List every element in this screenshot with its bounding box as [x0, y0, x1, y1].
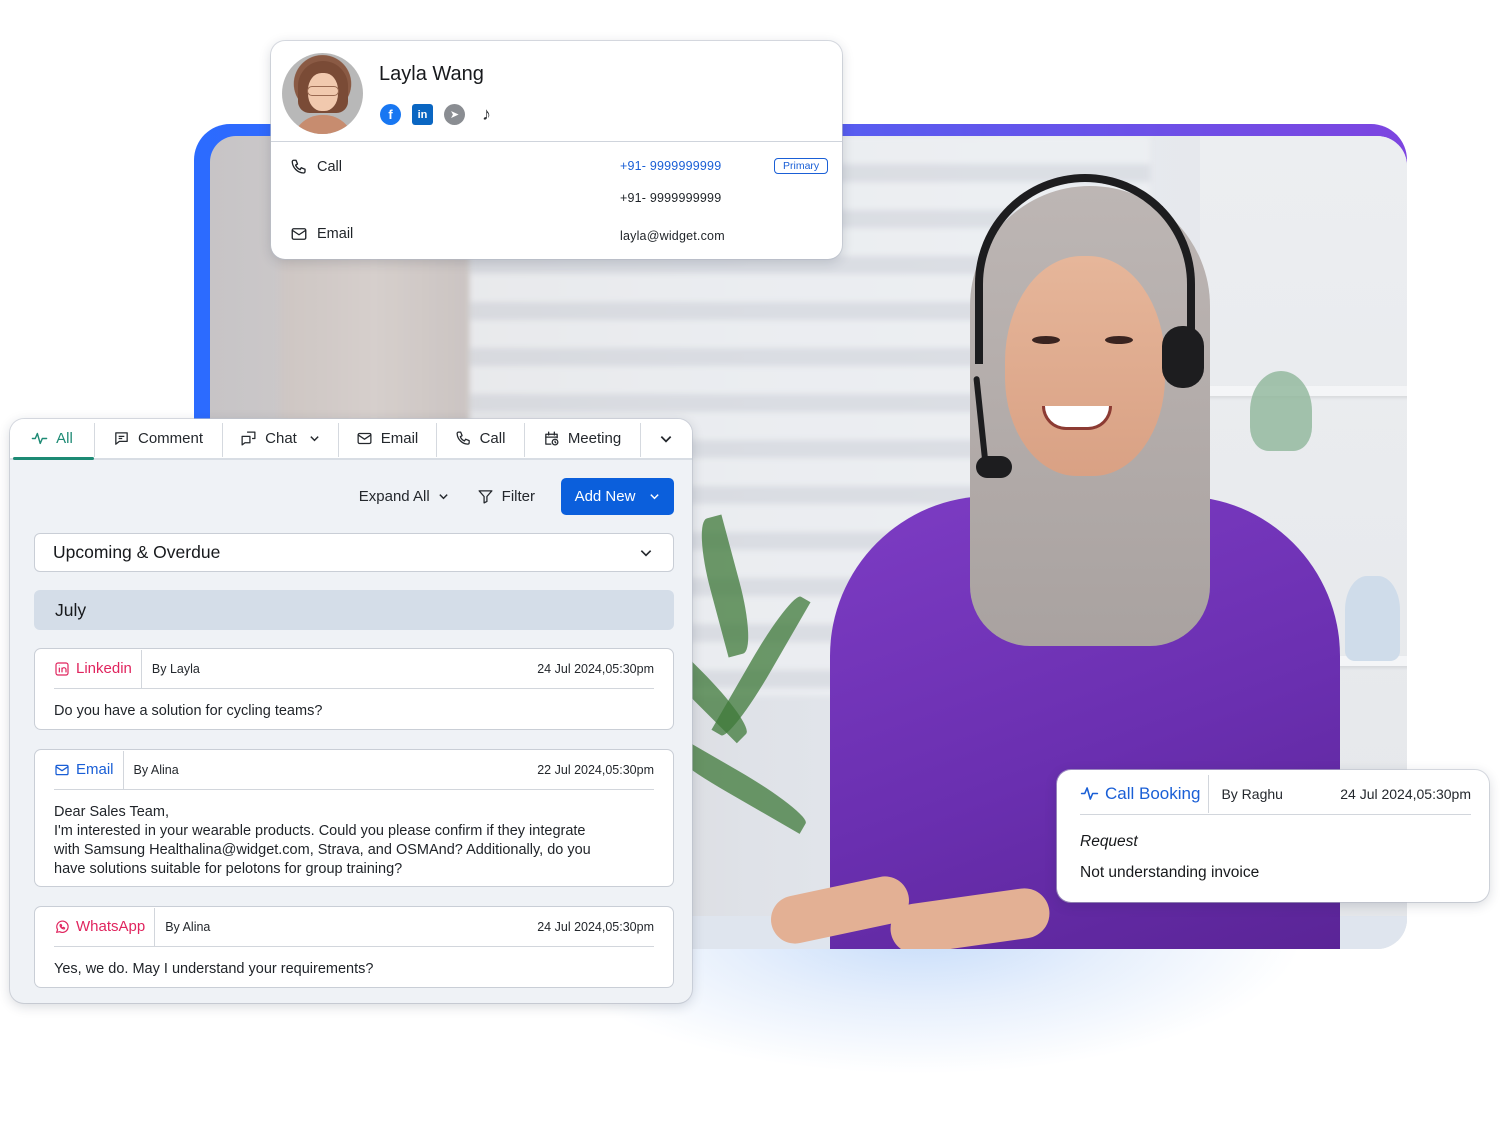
entry-header: WhatsApp By Alina 24 Jul 2024,05:30pm [54, 907, 654, 947]
entry-source-label: Email [76, 761, 114, 778]
activity-icon [1080, 787, 1099, 800]
tab-label: All [56, 430, 73, 447]
filter-button[interactable]: Filter [477, 488, 535, 505]
entry-author: By Alina [165, 919, 211, 934]
chevron-down-icon [650, 494, 660, 500]
whatsapp-icon [56, 919, 69, 933]
avatar [282, 53, 363, 134]
chevron-down-icon [640, 549, 652, 556]
headset-earcup [1162, 326, 1204, 388]
calendar-clock-icon [545, 431, 559, 446]
linkedin-icon[interactable]: in [412, 104, 433, 125]
entry-source: WhatsApp [54, 907, 156, 946]
activity-entry[interactable]: WhatsApp By Alina 24 Jul 2024,05:30pm Ye… [34, 906, 674, 988]
entry-body-line: I'm interested in your wearable products… [54, 823, 586, 839]
tab-all[interactable]: All [10, 419, 94, 460]
entry-author: By Alina [133, 762, 179, 777]
entry-body: Yes, we do. May I understand your requir… [54, 961, 374, 977]
entry-body-line: have solutions suitable for pelotons for… [54, 861, 403, 877]
background-glow [600, 930, 1400, 1130]
tab-chat[interactable]: Chat [222, 419, 338, 458]
call-label: Call [317, 159, 342, 175]
contact-name: Layla Wang [379, 63, 484, 85]
select-value: Upcoming & Overdue [53, 542, 221, 562]
entry-author: By Layla [151, 661, 200, 676]
expand-all-button[interactable]: Expand All [359, 488, 449, 505]
comment-icon [115, 432, 128, 445]
entry-body: Do you have a solution for cycling teams… [54, 703, 323, 719]
facebook-icon[interactable]: f [380, 104, 401, 125]
tabs-more-button[interactable] [640, 419, 692, 458]
headset-mic [976, 456, 1012, 478]
tab-call[interactable]: Call [436, 419, 524, 458]
booking-source: Call Booking [1080, 774, 1210, 813]
contact-card: Layla Wang f in ➤ ♪ Call +91- 9999999999… [271, 41, 842, 259]
entry-source-label: Linkedin [76, 660, 132, 677]
tab-label: Call [479, 430, 506, 447]
primary-badge: Primary [774, 158, 829, 174]
entry-body-line: with Samsung Healthalina@widget.com, Str… [54, 842, 591, 858]
contact-email-row: Email [290, 225, 353, 243]
entry-source: Linkedin [54, 649, 142, 688]
entry-date: 24 Jul 2024,05:30pm [537, 919, 654, 934]
activity-icon [31, 432, 48, 445]
booking-request-text: Not understanding invoice [1080, 864, 1260, 881]
phone-icon [456, 431, 470, 445]
upcoming-overdue-select[interactable]: Upcoming & Overdue [34, 533, 674, 572]
chevron-down-icon [438, 494, 448, 500]
contact-header: Layla Wang f in ➤ ♪ [271, 41, 842, 142]
entry-date: 22 Jul 2024,05:30pm [537, 762, 654, 777]
panel-toolbar: Expand All Filter Add New [359, 478, 674, 515]
tab-email[interactable]: Email [338, 419, 436, 458]
entry-source: Email [54, 750, 124, 789]
filter-icon [478, 490, 493, 504]
contact-call-row: Call [290, 158, 342, 176]
call-booking-card[interactable]: Call Booking By Raghu 24 Jul 2024,05:30p… [1057, 770, 1489, 902]
mail-icon [291, 228, 307, 240]
linkedin-icon [55, 661, 69, 676]
tiktok-icon[interactable]: ♪ [476, 104, 497, 125]
expand-all-label: Expand All [358, 488, 430, 505]
entry-source-label: WhatsApp [76, 918, 146, 935]
phone-icon [291, 159, 306, 174]
entry-date: 24 Jul 2024,05:30pm [537, 661, 654, 676]
activity-entry[interactable]: Email By Alina 22 Jul 2024,05:30pm Dear … [34, 749, 674, 887]
add-new-button[interactable]: Add New [561, 478, 674, 515]
activity-tabs: All Comment Chat Email Call Meeting [10, 419, 692, 460]
social-links: f in ➤ ♪ [380, 104, 497, 125]
tab-meeting[interactable]: Meeting [524, 419, 640, 458]
telegram-icon[interactable]: ➤ [444, 104, 465, 125]
add-new-label: Add New [574, 488, 636, 505]
entry-body-line: Dear Sales Team, [54, 804, 169, 820]
mail-icon [357, 432, 372, 445]
primary-phone[interactable]: +91- 9999999999 [620, 159, 721, 173]
chevron-down-icon [660, 435, 672, 443]
booking-header: Call Booking By Raghu 24 Jul 2024,05:30p… [1080, 773, 1471, 815]
entry-header: Linkedin By Layla 24 Jul 2024,05:30pm [54, 649, 654, 689]
month-header: July [34, 590, 674, 630]
tab-label: Chat [265, 430, 297, 447]
entry-body: Dear Sales Team, I'm interested in your … [35, 790, 673, 889]
email-label: Email [317, 226, 354, 242]
booking-source-label: Call Booking [1105, 783, 1201, 803]
tab-label: Email [380, 430, 419, 447]
chat-icon [241, 431, 256, 446]
email-value[interactable]: layla@widget.com [620, 229, 725, 243]
tab-comment[interactable]: Comment [94, 419, 222, 458]
mail-icon [55, 764, 69, 775]
chevron-down-icon [310, 436, 319, 442]
filter-label: Filter [501, 488, 535, 505]
booking-request-label: Request [1080, 833, 1138, 850]
booking-author: By Raghu [1221, 785, 1283, 802]
secondary-phone[interactable]: +91- 9999999999 [620, 191, 721, 205]
booking-date: 24 Jul 2024,05:30pm [1340, 785, 1471, 802]
tab-label: Comment [137, 430, 204, 447]
headset-band [975, 174, 1195, 364]
entry-header: Email By Alina 22 Jul 2024,05:30pm [54, 750, 654, 790]
activity-panel: All Comment Chat Email Call Meeting Expa… [10, 419, 692, 1003]
tab-label: Meeting [567, 430, 622, 447]
activity-entry[interactable]: Linkedin By Layla 24 Jul 2024,05:30pm Do… [34, 648, 674, 730]
